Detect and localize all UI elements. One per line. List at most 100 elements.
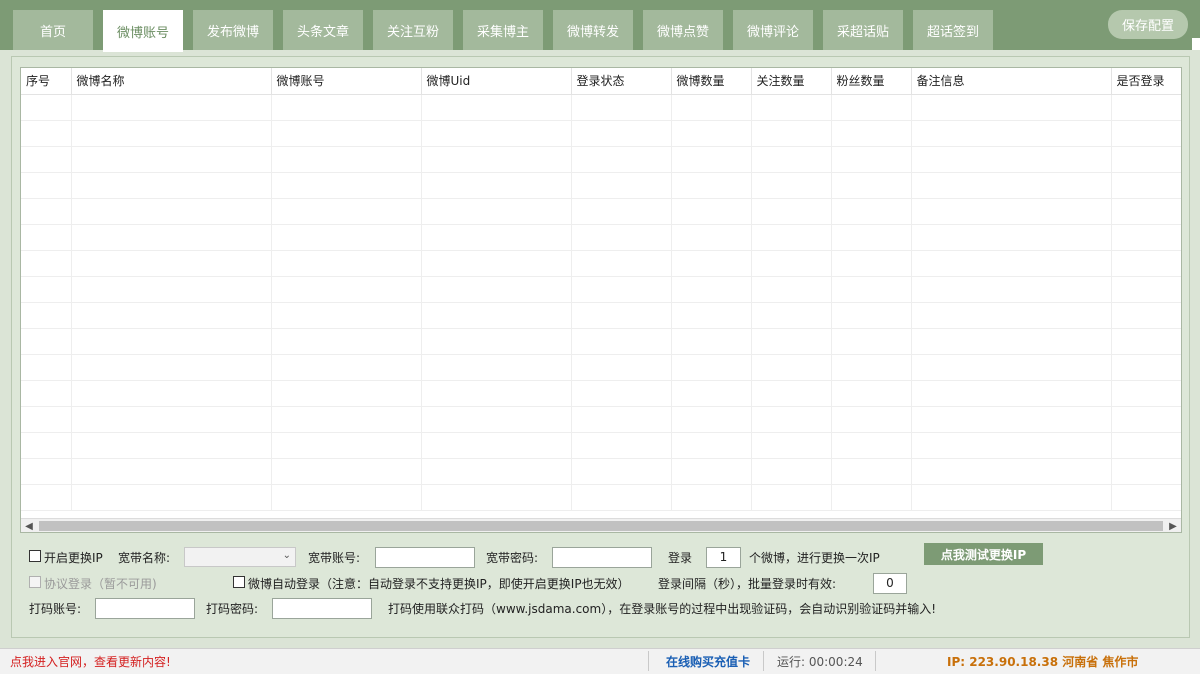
table-cell — [831, 432, 912, 459]
table-row[interactable] — [21, 276, 1181, 303]
table-cell — [271, 172, 422, 199]
table-cell — [71, 146, 272, 173]
table-cell — [671, 250, 752, 277]
table-cell — [1111, 224, 1181, 251]
tab-label: 首页 — [39, 24, 66, 40]
captcha-service-note: 打码使用联众打码（www.jsdama.com），在登录账号的过程中出现验证码，… — [388, 602, 937, 616]
table-row[interactable] — [21, 146, 1181, 173]
table-cell — [751, 276, 832, 303]
table-cell — [911, 328, 1112, 355]
tab-weibo-accounts[interactable]: 微博账号 — [103, 10, 183, 52]
table-cell — [271, 302, 422, 329]
table-row[interactable] — [21, 120, 1181, 147]
tab-collect-bloggers[interactable]: 采集博主 — [463, 10, 543, 50]
broadband-name-select[interactable]: ⌄ — [184, 547, 296, 567]
table-cell — [1111, 250, 1181, 277]
table-cell — [271, 276, 422, 303]
captcha-password-field[interactable] — [272, 598, 372, 619]
table-row[interactable] — [21, 224, 1181, 251]
table-cell — [1111, 198, 1181, 225]
table-cell — [421, 120, 572, 147]
column-header-weibo-uid[interactable]: 微博Uid — [421, 68, 572, 95]
table-cell — [21, 484, 72, 511]
tab-home[interactable]: 首页 — [13, 10, 93, 50]
column-header-weibo-account[interactable]: 微博账号 — [271, 68, 422, 95]
table-cell — [71, 458, 272, 485]
table-cell — [671, 432, 752, 459]
tab-headline-articles[interactable]: 头条文章 — [283, 10, 363, 50]
tab-weibo-like[interactable]: 微博点赞 — [643, 10, 723, 50]
column-header-login-status[interactable]: 登录状态 — [571, 68, 672, 95]
table-row[interactable] — [21, 484, 1181, 511]
table-cell — [271, 380, 422, 407]
column-header-following-count[interactable]: 关注数量 — [751, 68, 832, 95]
test-ip-change-button[interactable]: 点我测试更换IP — [924, 543, 1043, 565]
column-header-follower-count[interactable]: 粉丝数量 — [831, 68, 912, 95]
table-row[interactable] — [21, 198, 1181, 225]
horizontal-scrollbar[interactable]: ◀ ▶ — [21, 518, 1181, 532]
table-cell — [421, 224, 572, 251]
captcha-account-field[interactable] — [95, 598, 195, 619]
table-cell — [831, 406, 912, 433]
enable-ip-change-checkbox[interactable] — [29, 550, 41, 562]
table-row[interactable] — [21, 302, 1181, 329]
table-cell — [671, 94, 752, 121]
table-cell — [751, 302, 832, 329]
tab-collect-supertopic[interactable]: 采超话贴 — [823, 10, 903, 50]
tab-follow-each-other[interactable]: 关注互粉 — [373, 10, 453, 50]
website-link[interactable]: 点我进入官网，查看更新内容! — [10, 653, 171, 670]
table-cell — [751, 146, 832, 173]
table-cell — [571, 146, 672, 173]
table-cell — [271, 432, 422, 459]
column-header-logged-in[interactable]: 是否登录 — [1111, 68, 1181, 95]
tab-supertopic-signin[interactable]: 超话签到 — [913, 10, 993, 50]
table-cell — [911, 484, 1112, 511]
status-divider — [648, 651, 649, 671]
table-row[interactable] — [21, 406, 1181, 433]
table-cell — [271, 354, 422, 381]
table-cell — [1111, 276, 1181, 303]
auto-login-checkbox[interactable] — [233, 576, 245, 588]
table-cell — [21, 172, 72, 199]
table-row[interactable] — [21, 432, 1181, 459]
table-cell — [421, 328, 572, 355]
column-header-remarks[interactable]: 备注信息 — [911, 68, 1112, 95]
table-row[interactable] — [21, 94, 1181, 121]
table-cell — [831, 198, 912, 225]
table-cell — [571, 302, 672, 329]
save-config-button[interactable]: 保存配置 — [1108, 10, 1188, 39]
column-header-index[interactable]: 序号 — [21, 68, 72, 95]
broadband-password-field[interactable] — [552, 547, 652, 568]
table-row[interactable] — [21, 250, 1181, 277]
column-header-weibo-name[interactable]: 微博名称 — [71, 68, 272, 95]
tab-weibo-repost[interactable]: 微博转发 — [553, 10, 633, 50]
table-cell — [1111, 354, 1181, 381]
broadband-account-field[interactable] — [375, 547, 475, 568]
table-cell — [421, 250, 572, 277]
scroll-left-icon[interactable]: ◀ — [21, 519, 37, 532]
tab-label: 微博账号 — [116, 25, 169, 41]
status-bar: 点我进入官网，查看更新内容! 在线购买充值卡 运行: 00:00:24 IP: … — [0, 648, 1200, 674]
table-row[interactable] — [21, 172, 1181, 199]
tab-label: 微博转发 — [566, 24, 619, 40]
status-divider — [763, 651, 764, 671]
tab-post-weibo[interactable]: 发布微博 — [193, 10, 273, 50]
login-interval-field[interactable]: 0 — [873, 573, 907, 594]
tab-label: 头条文章 — [296, 24, 349, 40]
table-row[interactable] — [21, 354, 1181, 381]
scrollbar-thumb[interactable] — [39, 521, 1163, 531]
scroll-right-icon[interactable]: ▶ — [1165, 519, 1181, 532]
table-cell — [911, 94, 1112, 121]
login-count-field[interactable]: 1 — [706, 547, 741, 568]
buy-recharge-card-link[interactable]: 在线购买充值卡 — [666, 653, 750, 670]
table-cell — [831, 458, 912, 485]
accounts-table[interactable]: 序号 微博名称 微博账号 微博Uid 登录状态 微博数量 关注数量 粉丝数量 备… — [20, 67, 1182, 533]
table-row[interactable] — [21, 458, 1181, 485]
column-header-weibo-count[interactable]: 微博数量 — [671, 68, 752, 95]
table-cell — [271, 484, 422, 511]
table-row[interactable] — [21, 328, 1181, 355]
table-cell — [831, 380, 912, 407]
table-row[interactable] — [21, 380, 1181, 407]
table-cell — [1111, 94, 1181, 121]
tab-weibo-comment[interactable]: 微博评论 — [733, 10, 813, 50]
